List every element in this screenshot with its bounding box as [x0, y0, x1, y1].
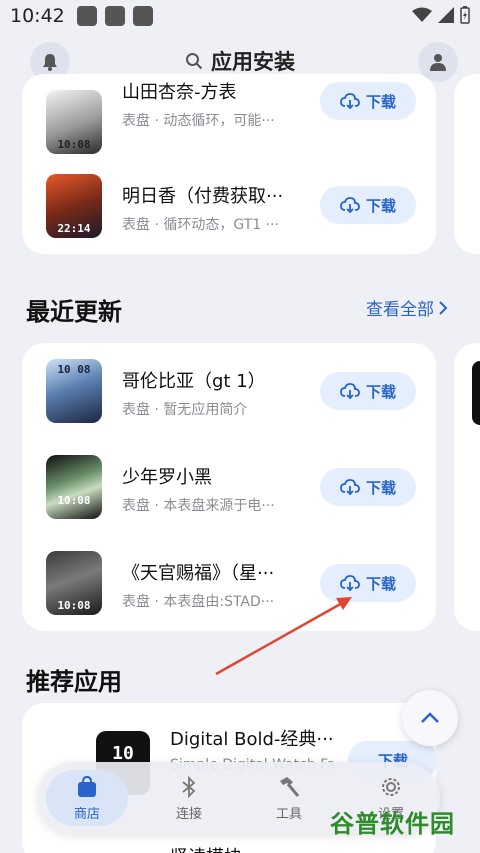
item-title: Digital Bold-经典··· — [170, 729, 334, 750]
tab-label: 连接 — [175, 806, 202, 822]
watchface-thumbnail: 10 08 — [46, 359, 102, 423]
battery-icon — [460, 6, 470, 24]
list-item[interactable]: 10:08 山田杏奈-方表 表盘 · 动态循环，可能··· 下载 — [22, 64, 436, 160]
watchface-thumbnail: 10:08 — [46, 455, 102, 519]
tab-connect[interactable]: 连接 — [148, 770, 230, 826]
tab-tools[interactable]: 工具 — [248, 770, 330, 826]
tab-label: 商店 — [73, 806, 100, 822]
download-label: 下载 — [365, 196, 396, 215]
download-label: 下载 — [365, 478, 396, 497]
status-indicators — [412, 6, 470, 24]
next-card-peek — [454, 74, 480, 254]
notification-icon — [104, 6, 125, 26]
chevron-up-icon — [421, 712, 439, 723]
item-subtitle: 表盘 · 循环动态，GT1 ··· — [122, 217, 279, 233]
download-button[interactable]: 下载 — [320, 468, 416, 506]
status-time: 10:42 — [10, 5, 65, 27]
watchface-thumbnail — [472, 361, 480, 425]
featured-list-card: 10:08 山田杏奈-方表 表盘 · 动态循环，可能··· 下载 22:14 明… — [22, 74, 436, 254]
bag-icon — [78, 775, 96, 797]
recent-list-card: 10 08 哥伦比亚（gt 1） 表盘 · 暂无应用简介 下载 10:08 少年… — [22, 343, 436, 631]
thumbnail-time: 10 — [112, 743, 134, 764]
hammer-icon — [280, 776, 300, 797]
item-title: 《天官赐福》（星··· — [122, 563, 275, 584]
cloud-download-icon — [340, 383, 360, 399]
list-item[interactable]: 10 08 哥伦比亚（gt 1） 表盘 · 暂无应用简介 下载 — [22, 343, 436, 439]
cloud-download-icon — [340, 197, 360, 213]
thumbnail-time: 10:08 — [57, 138, 91, 151]
thumbnail-time: 22:14 — [57, 222, 91, 235]
watermark-logo: 谷普软件园 — [330, 810, 455, 838]
list-item[interactable]: 10:08 《天官赐福》（星··· 表盘 · 本表盘由:STAD··· 下载 — [22, 535, 436, 631]
cloud-download-icon — [340, 479, 360, 495]
download-button[interactable]: 下载 — [320, 82, 416, 120]
bluetooth-icon — [182, 775, 196, 798]
download-button[interactable]: 下载 — [320, 186, 416, 224]
see-all-link[interactable]: 查看全部 — [366, 295, 448, 320]
list-item[interactable]: 22:14 明日香（付费获取··· 表盘 · 循环动态，GT1 ··· 下载 — [22, 160, 436, 256]
section-title-recent: 最近更新 — [26, 298, 122, 326]
tab-label: 工具 — [275, 806, 302, 822]
download-button[interactable]: 下载 — [320, 564, 416, 602]
download-label: 下载 — [365, 92, 396, 111]
cloud-download-icon — [340, 93, 360, 109]
item-title: 明日香（付费获取··· — [122, 186, 284, 207]
see-all-label: 查看全部 — [366, 300, 434, 320]
watchface-thumbnail: 22:14 — [46, 174, 102, 238]
download-label: 下载 — [365, 382, 396, 401]
section-title-recommended: 推荐应用 — [26, 668, 122, 696]
item-title: 少年罗小黑 — [122, 467, 212, 488]
signal-icon — [438, 7, 454, 23]
cloud-download-icon — [340, 575, 360, 591]
download-button[interactable]: 下载 — [320, 372, 416, 410]
thumbnail-time: 10 08 — [57, 363, 91, 376]
tab-store[interactable]: 商店 — [46, 770, 128, 826]
chevron-right-icon — [439, 300, 448, 315]
item-subtitle: 表盘 · 本表盘来源于电··· — [122, 498, 275, 514]
notification-icon — [76, 6, 97, 26]
wifi-icon — [412, 7, 432, 22]
list-item[interactable]: 10:08 少年罗小黑 表盘 · 本表盘来源于电··· 下载 — [22, 439, 436, 535]
thumbnail-time: 10:08 — [57, 494, 91, 507]
notification-icon — [132, 6, 153, 26]
status-bar: 10:42 — [0, 0, 480, 32]
item-subtitle: 表盘 · 动态循环，可能··· — [122, 113, 275, 129]
item-subtitle: 表盘 · 暂无应用简介 — [122, 402, 248, 418]
scroll-to-top-button[interactable] — [402, 690, 458, 746]
item-title: 山田杏奈-方表 — [122, 82, 237, 103]
watchface-thumbnail: 10:08 — [46, 90, 102, 154]
download-label: 下载 — [365, 574, 396, 593]
next-card-peek — [454, 343, 480, 631]
item-title: 竖读模块 — [170, 843, 242, 853]
watchface-thumbnail: 10:08 — [46, 551, 102, 615]
gear-icon — [382, 777, 400, 796]
item-title: 哥伦比亚（gt 1） — [122, 371, 266, 392]
thumbnail-time: 10:08 — [57, 599, 91, 612]
item-subtitle: 表盘 · 本表盘由:STAD··· — [122, 594, 275, 610]
